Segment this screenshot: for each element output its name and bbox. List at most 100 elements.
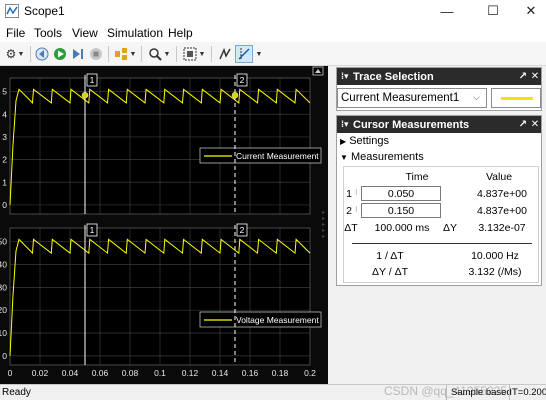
time-column-header: Time — [405, 171, 429, 183]
cursor2-row-label: 2 — [346, 205, 352, 217]
toolbar: ⚙ ▼ ▼ ▼ ▼ ▼ — [0, 42, 546, 66]
expand-icon: ▶ — [340, 137, 347, 146]
x-tick-label: 0.14 — [212, 368, 229, 378]
scope-app-icon — [5, 4, 19, 18]
y-tick-label: 10 — [0, 328, 7, 338]
x-tick-label: 0.02 — [32, 368, 49, 378]
y-tick-label: 2 — [2, 155, 7, 165]
sim-time: T=0.200 — [512, 387, 546, 398]
menu-bar: File Tools View Simulation Help — [0, 22, 546, 42]
panel-menu-icon[interactable]: ⁞▾ — [341, 119, 353, 130]
menu-tools[interactable]: Tools — [34, 26, 62, 40]
cursor-line-icon: ⁝ — [355, 205, 358, 214]
maximize-button[interactable]: ☐ — [478, 0, 508, 22]
status-text: Ready — [2, 387, 31, 398]
measurements-table: Time Value 1 ⁝ 0.050 4.837e+00 2 ⁝ 0.150… — [343, 166, 539, 283]
trace-selection-panel: ⁞▾ Trace Selection ↗ ✕ Current Measureme… — [336, 67, 542, 111]
sample-mode: Sample based — [451, 387, 512, 398]
cursor-2-handle-label: 2 — [240, 225, 245, 235]
cursor1-value: 4.837e+00 — [477, 188, 527, 200]
menu-view[interactable]: View — [72, 26, 98, 40]
y-tick-label: 50 — [0, 237, 7, 247]
y-tick-label: 0 — [2, 351, 7, 361]
stop-icon[interactable] — [88, 46, 104, 62]
settings-section[interactable]: ▶ Settings — [340, 135, 389, 147]
step-back-icon[interactable] — [34, 46, 50, 62]
measurements-section[interactable]: ▼ Measurements — [340, 151, 424, 163]
undock-icon[interactable]: ↗ — [517, 71, 529, 82]
cursor1-time-input[interactable]: 0.050 — [361, 186, 441, 201]
x-tick-label: 0.04 — [62, 368, 79, 378]
chevron-down-icon: ⌵ — [473, 92, 480, 102]
highlight-simulink-icon[interactable] — [113, 46, 129, 62]
trace-selection-header: ⁞▾ Trace Selection ↗ ✕ — [337, 68, 541, 85]
inverse-delta-t-value: 10.000 Hz — [471, 250, 519, 262]
trace-selection-title: Trace Selection — [353, 70, 434, 83]
y-tick-label: 3 — [2, 132, 7, 142]
inverse-delta-t-label: 1 / ΔT — [376, 250, 404, 262]
measurements-label: Measurements — [350, 151, 424, 163]
panel-menu-icon[interactable]: ⁞▾ — [341, 71, 353, 82]
cursor-1-marker — [81, 91, 89, 99]
chevron-down-icon[interactable]: ▼ — [129, 46, 137, 62]
title-bar: Scope1 — ☐ ✕ — [0, 0, 546, 22]
x-tick-label: 0.1 — [154, 368, 166, 378]
autoscale-icon[interactable] — [182, 46, 198, 62]
divider — [509, 385, 510, 400]
x-tick-label: 0 — [8, 368, 13, 378]
settings-label: Settings — [349, 135, 389, 147]
menu-help[interactable]: Help — [168, 26, 193, 40]
chevron-down-icon[interactable]: ▼ — [255, 46, 263, 62]
divider — [352, 243, 532, 244]
chevron-down-icon[interactable]: ▼ — [17, 46, 25, 62]
minimize-button[interactable]: — — [432, 0, 462, 22]
chevron-down-icon[interactable]: ▼ — [163, 46, 171, 62]
slope-label: ΔY / ΔT — [371, 266, 408, 278]
trace-color-swatch[interactable] — [491, 88, 541, 108]
scope-displays[interactable]: 012345Current Measurement1201020304050Vo… — [0, 66, 328, 384]
menu-simulation[interactable]: Simulation — [107, 26, 163, 40]
status-bar: Ready CSDN @qq_41955225 Sample based T=0… — [0, 384, 546, 400]
close-panel-icon[interactable]: ✕ — [529, 119, 541, 130]
cursor-measurements-header: ⁞▾ Cursor Measurements ↗ ✕ — [337, 116, 541, 133]
delta-y-value: 3.132e-07 — [478, 222, 526, 234]
delta-y-label: ΔY — [442, 222, 458, 234]
step-forward-icon[interactable] — [70, 46, 86, 62]
run-icon[interactable] — [52, 46, 68, 62]
cursor-2-handle-label: 2 — [240, 75, 245, 85]
cursor-2-marker — [231, 91, 239, 99]
cursor2-time-input[interactable]: 0.150 — [361, 203, 441, 218]
cursor-measurements-title: Cursor Measurements — [353, 118, 470, 131]
x-tick-label: 0.2 — [304, 368, 316, 378]
menu-file[interactable]: File — [6, 26, 25, 40]
y-tick-label: 1 — [2, 177, 7, 187]
undock-icon[interactable]: ↗ — [517, 119, 529, 130]
legend-label: Current Measurement — [236, 151, 319, 161]
legend-label: Voltage Measurement — [236, 315, 319, 325]
collapse-icon: ▼ — [340, 153, 348, 162]
y-tick-label: 4 — [2, 109, 7, 119]
chevron-down-icon[interactable]: ▼ — [198, 46, 206, 62]
trigger-icon[interactable] — [217, 46, 233, 62]
close-panel-icon[interactable]: ✕ — [529, 71, 541, 82]
cursor-measurements-icon[interactable] — [235, 45, 253, 63]
y-tick-label: 30 — [0, 282, 7, 292]
y-tick-label: 0 — [2, 200, 7, 210]
y-tick-label: 40 — [0, 260, 7, 270]
cursor-1-handle-label: 1 — [90, 75, 95, 85]
cursor-1-handle-label: 1 — [90, 225, 95, 235]
trace-select-dropdown[interactable]: Current Measurement1 ⌵ — [337, 88, 487, 108]
close-button[interactable]: ✕ — [516, 0, 546, 22]
slope-value: 3.132 (/Ms) — [468, 266, 522, 278]
delta-t-value: 100.000 ms — [374, 222, 430, 234]
x-tick-label: 0.08 — [122, 368, 139, 378]
value-column-header: Value — [485, 171, 513, 183]
cursor-line-icon: ⁝ — [355, 188, 358, 197]
panel-collapse-arrows-icon[interactable]: ▸ ▸ ▸ ▸ ▸ — [322, 210, 332, 240]
delta-t-label: ΔT — [344, 222, 358, 234]
plot-area: 012345Current Measurement1201020304050Vo… — [0, 66, 328, 384]
y-tick-label: 20 — [0, 305, 7, 315]
trace-color-line — [501, 97, 533, 100]
zoom-icon[interactable] — [147, 46, 163, 62]
trace-select-value: Current Measurement1 — [341, 92, 460, 104]
